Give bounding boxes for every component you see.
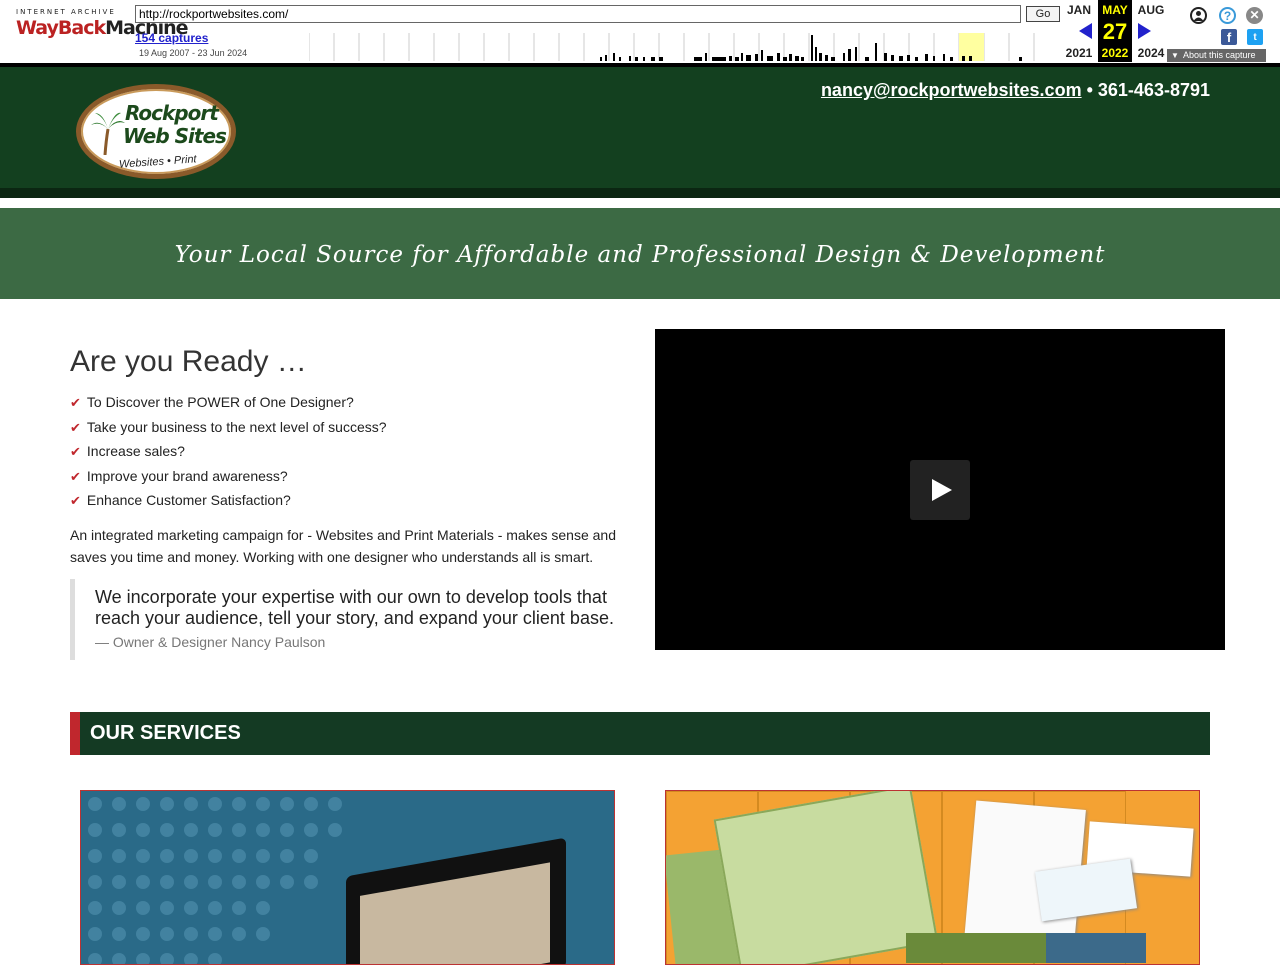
quote-citation: — Owner & Designer Nancy Paulson bbox=[95, 633, 326, 650]
play-button-icon[interactable] bbox=[910, 460, 970, 520]
captures-link[interactable]: 154 captures bbox=[135, 31, 208, 45]
site-logo[interactable]: Rockport Web Sites Websites • Print bbox=[76, 84, 236, 179]
checkmark-icon: ✔ bbox=[70, 420, 81, 436]
wayback-logo[interactable]: INTERNET ARCHIVE WayBackMachine bbox=[16, 8, 189, 52]
caret-down-icon: ▼ bbox=[1171, 51, 1179, 60]
checkmark-icon: ✔ bbox=[70, 469, 81, 485]
help-icon[interactable]: ? bbox=[1219, 7, 1236, 24]
web-design-service-image[interactable] bbox=[80, 790, 615, 965]
list-item: ✔ Increase sales? bbox=[70, 443, 185, 460]
intro-section: Are you Ready … ✔ To Discover the POWER o… bbox=[70, 345, 630, 660]
dot-pattern-decoration bbox=[88, 797, 342, 964]
intro-heading: Are you Ready … bbox=[70, 345, 307, 378]
benefit-list: ✔ To Discover the POWER of One Designer? … bbox=[70, 391, 630, 514]
internet-archive-label: INTERNET ARCHIVE bbox=[16, 8, 116, 16]
prev-capture-arrow-icon[interactable] bbox=[1079, 23, 1092, 39]
about-capture-button[interactable]: ▼ About this capture bbox=[1167, 49, 1266, 62]
logo-line-3: Websites • Print bbox=[118, 153, 197, 171]
logo-line-1: Rockport bbox=[125, 101, 219, 125]
tagline-banner: Your Local Source for Affordable and Pro… bbox=[0, 208, 1280, 299]
postcard-illustration-2 bbox=[1046, 933, 1146, 963]
brochure-spread-illustration bbox=[713, 791, 939, 964]
phone-number: 361-463-8791 bbox=[1097, 80, 1210, 100]
services-heading-bar: OUR SERVICES bbox=[70, 712, 1210, 755]
wayback-toolbar: INTERNET ARCHIVE WayBackMachine Go 154 c… bbox=[0, 0, 1280, 67]
list-item: ✔ Take your business to the next level of… bbox=[70, 418, 387, 436]
current-capture-date: MAY 27 2022 bbox=[1098, 0, 1132, 62]
contact-separator: • bbox=[1081, 80, 1098, 100]
header-contact: nancy@rockportwebsites.com • 361-463-879… bbox=[821, 80, 1210, 101]
wayback-url-input[interactable] bbox=[135, 5, 1021, 23]
user-account-icon[interactable] bbox=[1190, 7, 1207, 24]
email-link[interactable]: nancy@rockportwebsites.com bbox=[821, 80, 1082, 100]
site-header: Rockport Web Sites Websites • Print nanc… bbox=[0, 67, 1280, 198]
checkmark-icon: ✔ bbox=[70, 445, 81, 460]
facebook-share-icon[interactable]: f bbox=[1221, 29, 1237, 45]
print-design-service-image[interactable] bbox=[665, 790, 1200, 965]
logo-line-2: Web Sites bbox=[123, 124, 227, 148]
video-player[interactable] bbox=[655, 329, 1225, 650]
capture-sparkline[interactable] bbox=[309, 33, 1059, 61]
wayback-go-button[interactable]: Go bbox=[1026, 6, 1060, 22]
next-capture-month[interactable]: AUG 2024 bbox=[1134, 0, 1168, 62]
list-item: ✔ Enhance Customer Satisfaction? bbox=[70, 492, 291, 509]
close-icon[interactable]: ✕ bbox=[1246, 7, 1263, 24]
checkmark-icon: ✔ bbox=[70, 494, 81, 509]
list-item: ✔ To Discover the POWER of One Designer? bbox=[70, 394, 354, 411]
checkmark-icon: ✔ bbox=[70, 396, 81, 411]
intro-paragraph: An integrated marketing campaign for - W… bbox=[70, 526, 616, 565]
wayback-machine-wordmark: WayBackMachine bbox=[16, 17, 189, 39]
twitter-share-icon[interactable]: t bbox=[1247, 29, 1263, 45]
palm-tree-icon bbox=[91, 112, 125, 155]
capture-calendar: JAN 2021 MAY 27 2022 AUG 2024 bbox=[1062, 0, 1172, 62]
postcard-illustration bbox=[906, 933, 1046, 963]
list-item: ✔ Improve your brand awareness? bbox=[70, 467, 288, 485]
tagline-text: Your Local Source for Affordable and Pro… bbox=[174, 242, 1106, 268]
owner-quote: We incorporate your expertise with our o… bbox=[70, 578, 630, 660]
monitor-illustration bbox=[346, 837, 566, 964]
services-heading: OUR SERVICES bbox=[90, 722, 241, 744]
quote-text: We incorporate your expertise with our o… bbox=[95, 586, 614, 628]
capture-date-range: 19 Aug 2007 - 23 Jun 2024 bbox=[139, 48, 248, 58]
